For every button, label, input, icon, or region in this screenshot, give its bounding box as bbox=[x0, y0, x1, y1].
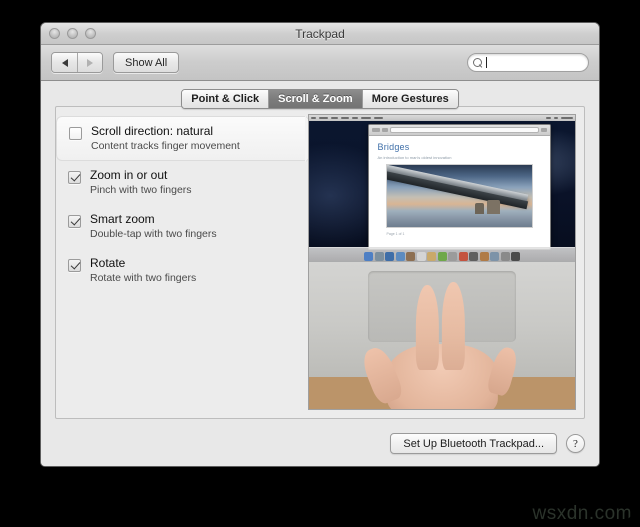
dock-contacts-icon bbox=[406, 252, 415, 261]
window-body: Point & Click Scroll & Zoom More Gesture… bbox=[41, 81, 599, 466]
option-texts: Zoom in or out Pinch with two fingers bbox=[90, 168, 192, 197]
options-list: Scroll direction: natural Content tracks… bbox=[56, 107, 304, 418]
window-footer: Set Up Bluetooth Trackpad... ? bbox=[390, 433, 585, 454]
hand-middle-finger bbox=[442, 282, 465, 369]
window-toolbar: Show All bbox=[41, 45, 599, 81]
dock-finder-icon bbox=[364, 252, 373, 261]
tab-scroll-and-zoom[interactable]: Scroll & Zoom bbox=[268, 90, 362, 108]
demo-menubar bbox=[309, 115, 575, 121]
demo-hand bbox=[365, 277, 519, 409]
demo-clock bbox=[561, 117, 573, 119]
demo-menu-item bbox=[361, 117, 371, 119]
option-subtitle: Content tracks finger movement bbox=[91, 140, 240, 152]
demo-dock bbox=[309, 247, 575, 262]
zoom-button-icon[interactable] bbox=[85, 28, 96, 39]
search-field[interactable] bbox=[467, 53, 589, 72]
demo-status-icon bbox=[554, 117, 558, 119]
option-subtitle: Rotate with two fingers bbox=[90, 272, 196, 284]
demo-page-subtitle: An introduction to man's oldest innovati… bbox=[378, 155, 542, 160]
demo-safari-window: Bridges An introduction to man's oldest … bbox=[368, 124, 552, 250]
option-subtitle: Pinch with two fingers bbox=[90, 184, 192, 196]
close-button-icon[interactable] bbox=[49, 28, 60, 39]
demo-status-icon bbox=[546, 117, 551, 119]
option-title: Zoom in or out bbox=[90, 168, 192, 182]
bridge-underside-shape bbox=[386, 169, 529, 210]
option-row-rotate[interactable]: Rotate Rotate with two fingers bbox=[56, 249, 304, 293]
checkbox-zoom-in-or-out[interactable] bbox=[68, 171, 81, 184]
help-button[interactable]: ? bbox=[566, 434, 585, 453]
demo-bridge-photo bbox=[386, 164, 534, 228]
traffic-lights bbox=[49, 28, 96, 39]
triangle-right-icon bbox=[87, 59, 93, 67]
demo-webpage: Bridges An introduction to man's oldest … bbox=[369, 136, 551, 242]
hand-index-finger bbox=[416, 285, 439, 370]
demo-share-icon bbox=[382, 128, 388, 132]
dock-messages-icon bbox=[469, 252, 478, 261]
dock-maps-icon bbox=[448, 252, 457, 261]
trackpad-preferences-window: Trackpad Show All bbox=[40, 22, 600, 467]
hand-pinky-finger bbox=[485, 345, 519, 397]
gesture-demo-video[interactable]: Bridges An introduction to man's oldest … bbox=[308, 114, 576, 410]
dock-safari-icon bbox=[385, 252, 394, 261]
dock-calendar-icon bbox=[417, 252, 426, 261]
tab-more-gestures[interactable]: More Gestures bbox=[362, 90, 458, 108]
dock-trash-icon bbox=[511, 252, 520, 261]
tabbar: Point & Click Scroll & Zoom More Gesture… bbox=[41, 89, 599, 109]
demo-safari-toolbar bbox=[369, 125, 551, 136]
demo-page-title: Bridges bbox=[378, 142, 542, 152]
checkbox-rotate[interactable] bbox=[68, 259, 81, 272]
settings-pane: Scroll direction: natural Content tracks… bbox=[55, 106, 585, 419]
search-caret bbox=[486, 57, 487, 68]
demo-menu-item bbox=[352, 117, 358, 119]
demo-trackpad-scene bbox=[309, 262, 575, 409]
option-title: Rotate bbox=[90, 256, 196, 270]
back-button[interactable] bbox=[52, 53, 77, 72]
option-subtitle: Double-tap with two fingers bbox=[90, 228, 217, 240]
demo-menu-item bbox=[374, 117, 383, 119]
demo-menu-item bbox=[331, 117, 338, 119]
demo-reader-icon bbox=[541, 128, 547, 132]
dock-itunes-icon bbox=[480, 252, 489, 261]
demo-apple-menu-icon bbox=[311, 117, 316, 119]
dock-photos-icon bbox=[459, 252, 468, 261]
dock-settings-icon bbox=[501, 252, 510, 261]
checkbox-smart-zoom[interactable] bbox=[68, 215, 81, 228]
option-title: Smart zoom bbox=[90, 212, 217, 226]
tab-point-and-click[interactable]: Point & Click bbox=[182, 90, 268, 108]
bridge-pier-shape bbox=[487, 200, 500, 214]
window-title: Trackpad bbox=[41, 23, 599, 45]
nav-segmented-control bbox=[51, 52, 103, 73]
option-texts: Smart zoom Double-tap with two fingers bbox=[90, 212, 217, 241]
dock-launchpad-icon bbox=[375, 252, 384, 261]
show-all-button[interactable]: Show All bbox=[113, 52, 179, 73]
bridge-pier-shape bbox=[475, 203, 484, 214]
option-texts: Rotate Rotate with two fingers bbox=[90, 256, 196, 285]
option-row-smart-zoom[interactable]: Smart zoom Double-tap with two fingers bbox=[56, 205, 304, 249]
demo-desktop-scene: Bridges An introduction to man's oldest … bbox=[309, 115, 575, 262]
forward-button[interactable] bbox=[77, 53, 102, 72]
set-up-bluetooth-trackpad-button[interactable]: Set Up Bluetooth Trackpad... bbox=[390, 433, 557, 454]
tab-group: Point & Click Scroll & Zoom More Gesture… bbox=[181, 89, 458, 109]
demo-menu-item bbox=[319, 117, 328, 119]
demo-address-bar bbox=[390, 127, 540, 133]
dock-mail-icon bbox=[396, 252, 405, 261]
window-titlebar: Trackpad bbox=[41, 23, 599, 45]
screenshot-backdrop: Trackpad Show All bbox=[0, 0, 640, 527]
dock-reminders-icon bbox=[438, 252, 447, 261]
option-row-zoom-in-or-out[interactable]: Zoom in or out Pinch with two fingers bbox=[56, 161, 304, 205]
option-texts: Scroll direction: natural Content tracks… bbox=[91, 124, 240, 153]
triangle-left-icon bbox=[62, 59, 68, 67]
dock-notes-icon bbox=[427, 252, 436, 261]
watermark: wsxdn.com bbox=[532, 503, 632, 525]
search-icon bbox=[473, 58, 483, 68]
minimize-button-icon[interactable] bbox=[67, 28, 78, 39]
option-row-scroll-direction[interactable]: Scroll direction: natural Content tracks… bbox=[56, 116, 305, 161]
checkbox-scroll-direction[interactable] bbox=[69, 127, 82, 140]
demo-page-footer: Page 1 of 1 bbox=[378, 228, 542, 236]
demo-menu-item bbox=[341, 117, 349, 119]
demo-nav-icon bbox=[372, 128, 380, 132]
option-title: Scroll direction: natural bbox=[91, 124, 240, 138]
dock-appstore-icon bbox=[490, 252, 499, 261]
